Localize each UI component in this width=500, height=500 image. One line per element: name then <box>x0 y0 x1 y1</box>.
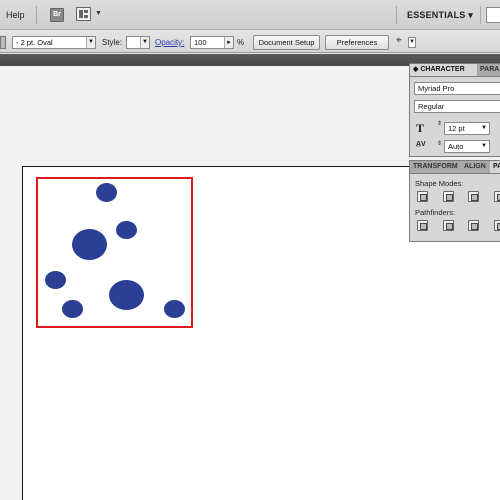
brush-definition-value: - 2 pt. Oval <box>16 38 53 47</box>
leading-field[interactable]: Auto ▼ <box>444 140 490 153</box>
chevron-right-icon: ▸ <box>224 37 233 48</box>
tab-character[interactable]: ◆ CHARACTER <box>410 64 477 76</box>
intersect-icon[interactable] <box>468 191 479 202</box>
panel-tabs: TRANSFORM ALIGN PA <box>410 161 500 174</box>
opacity-input[interactable]: 100 ▸ <box>190 36 234 49</box>
minus-front-icon[interactable] <box>443 191 454 202</box>
menu-help[interactable]: Help <box>6 10 25 20</box>
stepper-icon[interactable]: ⇕ <box>437 140 442 147</box>
opacity-unit: % <box>237 38 245 47</box>
arrange-documents-icon <box>76 7 91 21</box>
leading-icon: A̲V <box>416 141 426 148</box>
bridge-button[interactable]: Br <box>50 8 64 22</box>
exclude-icon[interactable] <box>494 191 500 202</box>
font-style-field[interactable]: Regular <box>414 100 500 113</box>
workspace-switcher[interactable]: ESSENTIALS ▾ <box>407 10 473 21</box>
chevron-down-icon: ▼ <box>408 37 416 48</box>
font-size-field[interactable]: 12 pt ▼ <box>444 122 490 135</box>
chevron-down-icon: ▼ <box>140 37 149 48</box>
font-size-value: 12 pt <box>448 124 465 133</box>
chevron-down-icon: ▼ <box>95 10 102 17</box>
character-panel: ◆ CHARACTER PARA Myriad Pro Regular T ⇕ … <box>409 63 500 157</box>
pathfinder-panel: TRANSFORM ALIGN PA Shape Modes: Pathfind… <box>409 160 500 242</box>
crop-icon[interactable] <box>494 220 500 231</box>
pathfinders-label: Pathfinders: <box>415 208 456 217</box>
preferences-button[interactable]: Preferences <box>325 35 389 50</box>
chevron-down-icon: ▼ <box>481 143 487 149</box>
divide-icon[interactable] <box>417 220 428 231</box>
opacity-label[interactable]: Opacity: <box>155 38 184 47</box>
search-input[interactable] <box>486 7 500 23</box>
opacity-value: 100 <box>194 38 207 47</box>
unite-icon[interactable] <box>417 191 428 202</box>
trim-icon[interactable] <box>443 220 454 231</box>
stroke-swatch[interactable] <box>0 36 6 49</box>
panel-tabs: ◆ CHARACTER PARA <box>410 64 500 77</box>
shape-modes-label: Shape Modes: <box>415 179 464 188</box>
tab-paragraph[interactable]: PARA <box>477 64 500 76</box>
tab-pathfinder[interactable]: PA <box>490 161 500 173</box>
tab-transform[interactable]: TRANSFORM <box>410 161 460 173</box>
divider <box>480 6 481 24</box>
chevron-down-icon: ▼ <box>86 37 95 48</box>
graphic-style-dropdown[interactable]: ▼ <box>126 36 150 49</box>
divider <box>396 6 397 24</box>
chevron-down-icon: ▼ <box>481 125 487 131</box>
leading-value: Auto <box>448 142 464 151</box>
application-bar: Help Br ▼ ESSENTIALS ▾ <box>0 0 500 30</box>
control-bar: - 2 pt. Oval ▼ Style: ▼ Opacity: 100 ▸ %… <box>0 31 500 53</box>
selection-highlight <box>36 177 193 328</box>
merge-icon[interactable] <box>468 220 479 231</box>
select-similar-button[interactable]: ⌖ ▼ <box>396 35 418 50</box>
stepper-icon[interactable]: ⇕ <box>437 120 442 127</box>
document-setup-button[interactable]: Document Setup <box>253 35 320 50</box>
tab-align[interactable]: ALIGN <box>461 161 490 173</box>
style-label: Style: <box>102 38 123 47</box>
brush-definition-dropdown[interactable]: - 2 pt. Oval ▼ <box>12 36 96 49</box>
font-family-field[interactable]: Myriad Pro <box>414 82 500 95</box>
divider <box>36 6 37 24</box>
font-size-icon: T <box>416 121 425 135</box>
arrange-documents-button[interactable]: ▼ <box>76 7 104 23</box>
select-similar-icon: ⌖ <box>396 35 402 46</box>
